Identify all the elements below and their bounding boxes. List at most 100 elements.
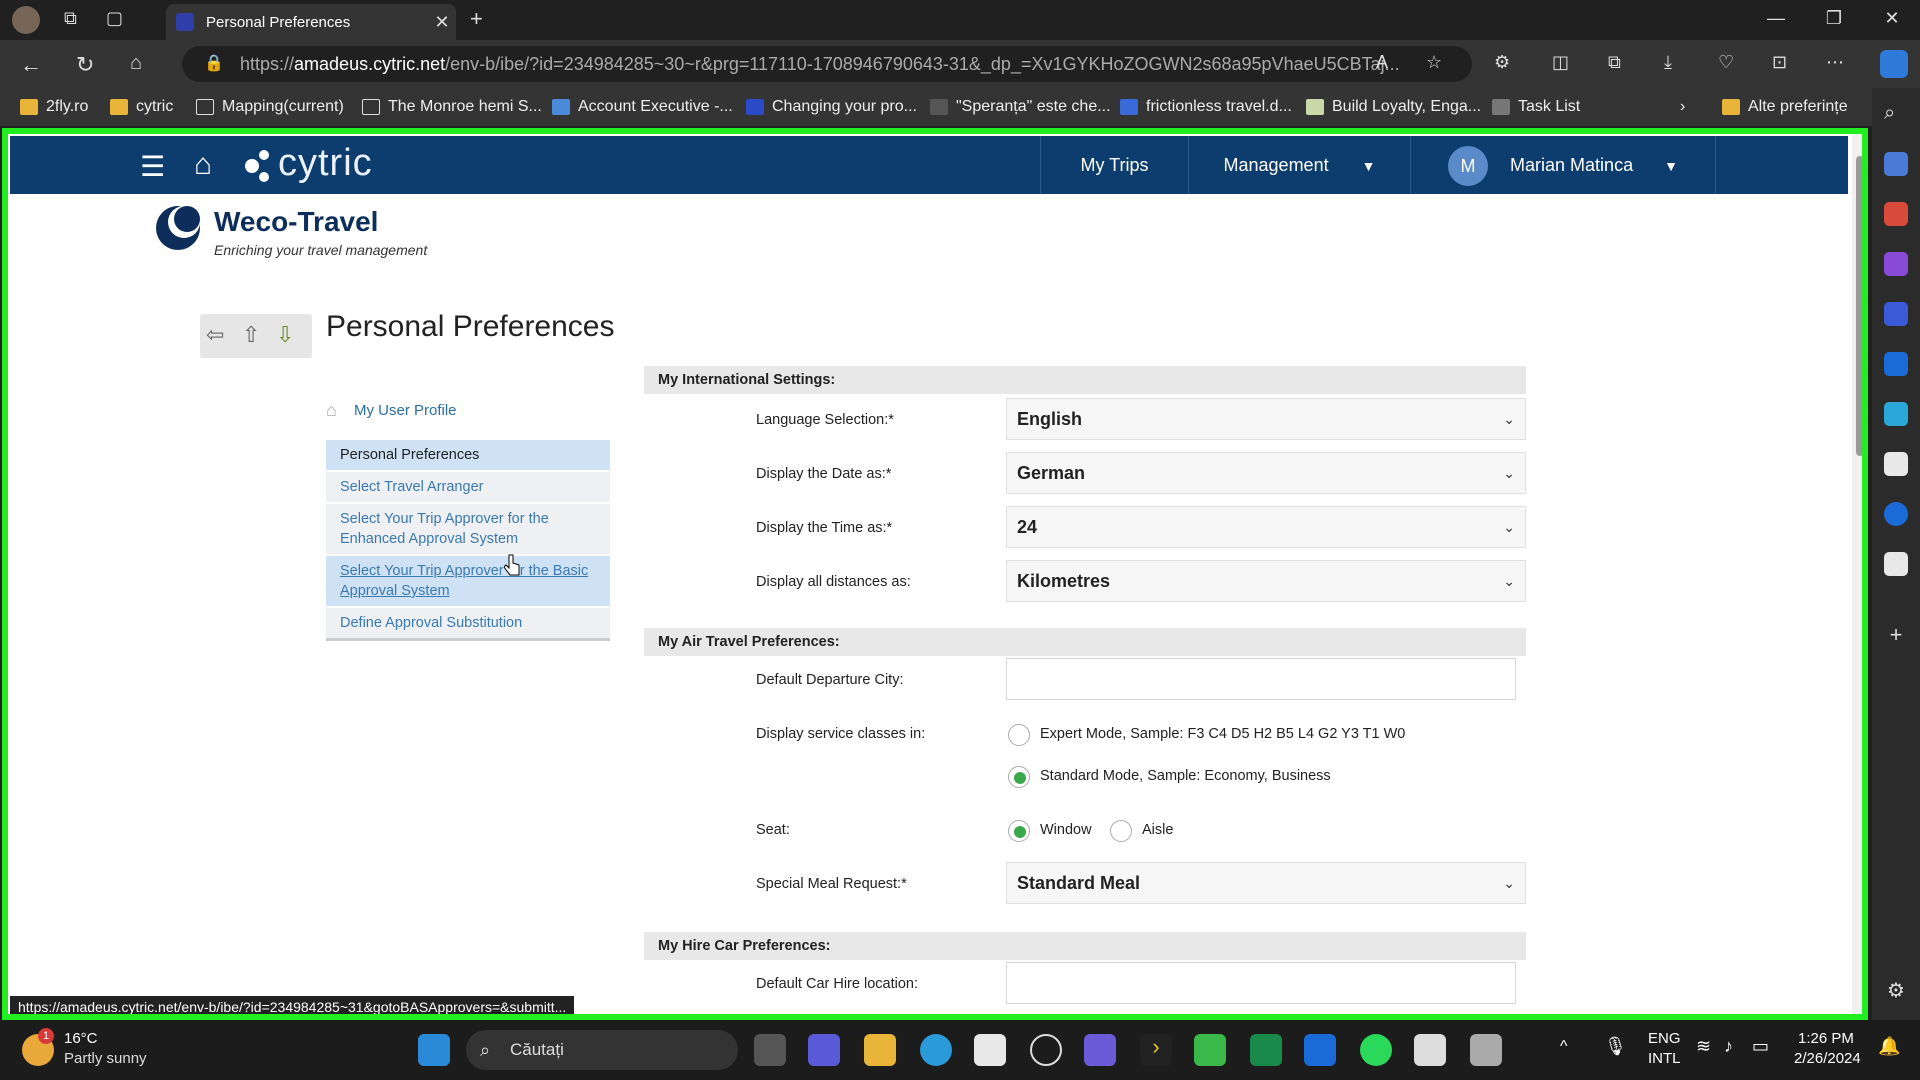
sidebar-add-icon[interactable]: +	[1884, 622, 1908, 647]
input-language[interactable]: ENG	[1648, 1030, 1681, 1047]
bookmark-item[interactable]: Mapping(current)	[196, 98, 344, 116]
menu-personal-preferences[interactable]: Personal Preferences	[326, 440, 610, 472]
back-icon[interactable]: ←	[20, 52, 42, 78]
home-icon[interactable]: ⌂	[130, 52, 142, 75]
teams-work-icon[interactable]	[1084, 1034, 1116, 1066]
car-hire-location-input[interactable]	[1006, 962, 1516, 1004]
menu-select-travel-arranger[interactable]: Select Travel Arranger	[326, 472, 610, 504]
sidebar-tag-icon[interactable]	[1884, 152, 1908, 176]
bookmark-other-folder[interactable]: Alte preferințe	[1722, 98, 1848, 116]
my-user-profile-link[interactable]: ⌂ My User Profile	[326, 400, 457, 420]
teams-icon[interactable]	[808, 1034, 840, 1066]
sidebar-weco-icon-2[interactable]	[1884, 552, 1908, 576]
sidebar-search-icon[interactable]: ⌕	[1884, 102, 1908, 126]
sidebar-amazon-icon[interactable]	[1884, 502, 1908, 526]
downloads-icon[interactable]: ⤓	[1664, 52, 1672, 73]
date-format-select[interactable]: German ⌄	[1006, 452, 1526, 494]
nav-user-menu[interactable]: M Marian Matinca ▼	[1410, 136, 1716, 194]
sidebar-weco-icon[interactable]	[1884, 452, 1908, 476]
file-explorer-icon[interactable]	[864, 1034, 896, 1066]
microphone-icon[interactable]: 🎙	[1604, 1036, 1627, 1057]
menu-enhanced-approver[interactable]: Select Your Trip Approver for the Enhanc…	[326, 504, 610, 556]
arrow-down-icon[interactable]: ⇩	[276, 322, 294, 348]
profile-avatar-icon[interactable]	[12, 6, 40, 34]
windows-start-icon[interactable]	[418, 1034, 450, 1066]
seat-window-radio[interactable]	[1008, 820, 1030, 842]
volume-icon[interactable]: ♪	[1724, 1036, 1733, 1057]
scrollbar-thumb[interactable]	[1856, 156, 1862, 456]
language-select[interactable]: English ⌄	[1006, 398, 1526, 440]
snipping-tool-icon[interactable]	[1470, 1034, 1502, 1066]
arrow-up-icon[interactable]: ⇧	[242, 322, 260, 348]
favorite-star-icon[interactable]: ☆	[1426, 52, 1442, 73]
wifi-icon[interactable]: ≋	[1696, 1036, 1711, 1057]
task-view-icon[interactable]	[754, 1034, 786, 1066]
lock-icon[interactable]: 🔒	[204, 46, 224, 82]
input-layout[interactable]: INTL	[1648, 1050, 1681, 1067]
special-meal-select[interactable]: Standard Meal ⌄	[1006, 862, 1526, 904]
sidebar-outlook-icon[interactable]	[1884, 352, 1908, 376]
standard-mode-radio[interactable]	[1008, 766, 1030, 788]
close-window-icon[interactable]: ✕	[1872, 8, 1912, 29]
menu-approval-substitution[interactable]: Define Approval Substitution	[326, 608, 610, 641]
remote-desktop-icon[interactable]	[1414, 1034, 1446, 1066]
bookmark-item[interactable]: Changing your pro...	[746, 98, 917, 116]
collections-icon[interactable]: ⧉	[1608, 52, 1621, 73]
nav-my-trips[interactable]: My Trips	[1040, 136, 1188, 194]
extensions-icon[interactable]: ⚙	[1494, 52, 1510, 73]
home-icon[interactable]: ⌂	[194, 148, 212, 182]
nvidia-icon[interactable]	[1194, 1034, 1226, 1066]
bookmark-item[interactable]: cytric	[110, 98, 173, 116]
bookmark-item[interactable]: Task List	[1492, 98, 1580, 116]
taskbar-search[interactable]: ⌕ Căutați	[466, 1030, 738, 1070]
close-tab-icon[interactable]: ✕	[428, 12, 456, 33]
bookmark-item[interactable]: The Monroe hemi S...	[362, 98, 542, 116]
refresh-icon[interactable]: ↻	[76, 52, 94, 78]
bookmark-item[interactable]: 2fly.ro	[20, 98, 88, 116]
tray-chevron-up-icon[interactable]: ^	[1560, 1038, 1568, 1056]
notification-bell-icon[interactable]: 🔔	[1878, 1036, 1900, 1057]
tab-actions-icon[interactable]: ▢	[106, 8, 123, 29]
menu-basic-approver[interactable]: Select Your Trip Approver for the Basic …	[326, 556, 610, 608]
read-aloud-icon[interactable]: A	[1376, 52, 1388, 73]
seat-aisle-radio[interactable]	[1110, 820, 1132, 842]
hamburger-menu-icon[interactable]: ☰	[140, 150, 165, 183]
sidebar-games-icon[interactable]	[1884, 252, 1908, 276]
bookmarks-more-chevron-icon[interactable]: ›	[1680, 98, 1685, 116]
bookmark-item[interactable]: frictionless travel.d...	[1120, 98, 1292, 116]
more-options-icon[interactable]: ⋯	[1826, 52, 1844, 73]
sidebar-copilot-icon[interactable]	[1884, 302, 1908, 326]
store-icon[interactable]	[974, 1034, 1006, 1066]
page-scrollbar[interactable]	[1852, 134, 1862, 1014]
restore-icon[interactable]: ❐	[1814, 8, 1854, 29]
sidebar-settings-icon[interactable]: ⚙	[1884, 978, 1908, 1002]
excel-icon[interactable]	[1250, 1034, 1282, 1066]
bookmark-item[interactable]: Build Loyalty, Enga...	[1306, 98, 1481, 116]
sidebar-tools-icon[interactable]	[1884, 202, 1908, 226]
bookmark-item[interactable]: Account Executive -...	[552, 98, 733, 116]
screenshot-icon[interactable]: ⊡	[1772, 52, 1787, 73]
browser-tab-active[interactable]: Personal Preferences ✕	[166, 4, 456, 40]
battery-icon[interactable]: ▭	[1752, 1036, 1769, 1057]
departure-city-input[interactable]	[1006, 658, 1516, 700]
new-tab-icon[interactable]: +	[470, 6, 483, 32]
arrow-left-icon[interactable]: ⇦	[206, 322, 224, 348]
browser-essentials-icon[interactable]: ♡	[1718, 52, 1734, 73]
terminal-icon[interactable]: ›	[1140, 1034, 1172, 1066]
edge-icon[interactable]	[920, 1034, 952, 1066]
time-format-select[interactable]: 24 ⌄	[1006, 506, 1526, 548]
expert-mode-radio[interactable]	[1008, 724, 1030, 746]
minimize-icon[interactable]: —	[1756, 8, 1796, 29]
distance-select[interactable]: Kilometres ⌄	[1006, 560, 1526, 602]
workspaces-icon[interactable]: ⧉	[64, 8, 77, 29]
bookmark-item[interactable]: "Speranța" este che...	[930, 98, 1111, 116]
clock-time[interactable]: 1:26 PM	[1798, 1030, 1854, 1047]
nav-management[interactable]: Management ▼	[1188, 136, 1410, 194]
outlook-icon[interactable]	[1304, 1034, 1336, 1066]
dell-icon[interactable]	[1030, 1034, 1062, 1066]
sidebar-send-icon[interactable]	[1884, 402, 1908, 426]
copilot-icon[interactable]	[1880, 50, 1908, 78]
split-screen-icon[interactable]: ◫	[1552, 52, 1569, 73]
clock-date[interactable]: 2/26/2024	[1794, 1050, 1861, 1067]
cytric-logo-text[interactable]: cytric	[278, 142, 373, 185]
